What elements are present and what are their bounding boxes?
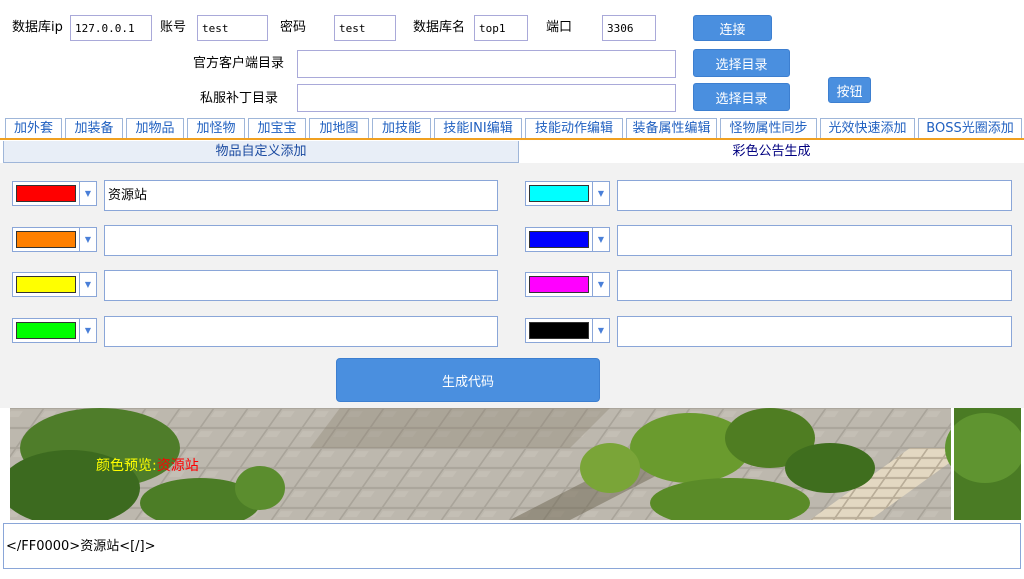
color-select-2[interactable]: ▼ [12,227,97,252]
color-text-input-1[interactable]: 资源站 [104,180,498,211]
color-swatch [16,231,76,248]
tab-add-skill[interactable]: 加技能 [372,118,431,139]
private-dir-input[interactable] [297,84,676,112]
password-input[interactable] [334,15,396,41]
tab-add-item[interactable]: 加物品 [126,118,184,139]
generic-button[interactable]: 按钮 [828,77,871,103]
subtab-color-announcement[interactable]: 彩色公告生成 [519,141,1024,163]
account-input[interactable] [197,15,268,41]
tab-monster-attr-sync[interactable]: 怪物属性同步 [720,118,817,139]
color-select-4[interactable]: ▼ [12,318,97,343]
color-preview-scene: 颜色预览:资源站 [10,408,1021,520]
chevron-down-icon[interactable]: ▼ [79,273,96,296]
color-text-input-3[interactable] [104,270,498,301]
preview-text: 颜色预览:资源站 [96,455,199,475]
preview-colored-text: 资源站 [156,458,199,474]
chevron-down-icon[interactable]: ▼ [592,228,609,251]
private-dir-label: 私服补丁目录 [200,91,279,106]
connect-button[interactable]: 连接 [693,15,772,41]
color-panel: ▼ 资源站 ▼ ▼ ▼ ▼ ▼ ▼ ▼ 生成代码 [0,163,1024,408]
tab-equip-attr-edit[interactable]: 装备属性编辑 [626,118,717,139]
color-select-8[interactable]: ▼ [525,318,610,343]
color-select-1[interactable]: ▼ [12,181,97,206]
tab-add-map[interactable]: 加地图 [309,118,369,139]
db-ip-label: 数据库ip [12,20,63,35]
choose-private-dir-button[interactable]: 选择目录 [693,83,790,111]
db-ip-input[interactable] [70,15,152,41]
color-text-input-5[interactable] [617,180,1012,211]
color-swatch [529,231,589,248]
tab-add-pet[interactable]: 加宝宝 [248,118,306,139]
color-swatch [529,276,589,293]
tab-boss-aura-add[interactable]: BOSS光圈添加 [918,118,1022,139]
color-swatch [16,322,76,339]
generate-code-button[interactable]: 生成代码 [336,358,600,402]
preview-label: 颜色预览: [96,458,157,474]
tab-add-outfit[interactable]: 加外套 [5,118,62,139]
subtab-item-custom-add[interactable]: 物品自定义添加 [3,141,519,163]
color-text-input-4[interactable] [104,316,498,347]
color-swatch [16,185,76,202]
chevron-down-icon[interactable]: ▼ [592,273,609,296]
password-label: 密码 [280,20,307,35]
color-select-3[interactable]: ▼ [12,272,97,297]
dbname-input[interactable] [474,15,528,41]
port-label: 端口 [546,20,573,35]
official-dir-label: 官方客户端目录 [193,56,285,71]
dbname-label: 数据库名 [413,20,466,35]
tab-effect-quick-add[interactable]: 光效快速添加 [820,118,915,139]
color-swatch [529,322,589,339]
tab-add-monster[interactable]: 加怪物 [187,118,245,139]
color-text-input-8[interactable] [617,316,1012,347]
color-select-7[interactable]: ▼ [525,272,610,297]
port-input[interactable] [602,15,656,41]
color-swatch [16,276,76,293]
chevron-down-icon[interactable]: ▼ [592,319,609,342]
chevron-down-icon[interactable]: ▼ [79,182,96,205]
color-text-input-7[interactable] [617,270,1012,301]
color-text-input-6[interactable] [617,225,1012,256]
color-swatch [529,185,589,202]
account-label: 账号 [160,20,187,35]
tab-add-equipment[interactable]: 加装备 [65,118,123,139]
tab-skill-ini-edit[interactable]: 技能INI编辑 [434,118,522,139]
generated-code-output[interactable]: </FF0000>资源站<[/]> [3,523,1021,569]
tab-underline [0,138,1024,140]
tab-skill-action-edit[interactable]: 技能动作编辑 [525,118,623,139]
chevron-down-icon[interactable]: ▼ [79,228,96,251]
chevron-down-icon[interactable]: ▼ [592,182,609,205]
main-tabbar: 加外套 加装备 加物品 加怪物 加宝宝 加地图 加技能 技能INI编辑 技能动作… [3,118,1024,140]
chevron-down-icon[interactable]: ▼ [79,319,96,342]
color-select-6[interactable]: ▼ [525,227,610,252]
official-dir-input[interactable] [297,50,676,78]
color-select-5[interactable]: ▼ [525,181,610,206]
choose-official-dir-button[interactable]: 选择目录 [693,49,790,77]
color-text-input-2[interactable] [104,225,498,256]
